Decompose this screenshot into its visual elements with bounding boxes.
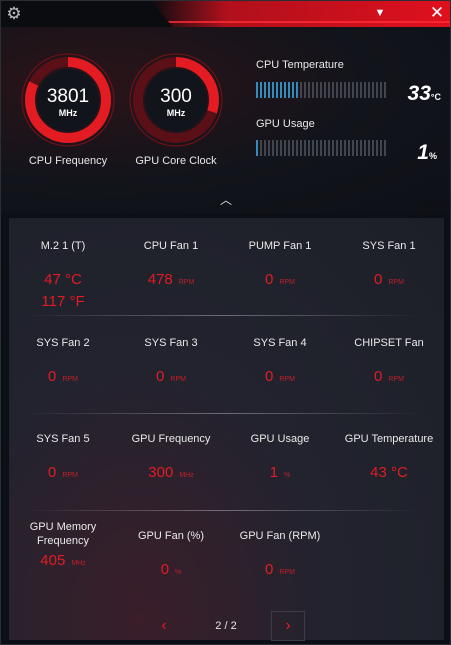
- sensor-label: GPU Fan (RPM): [239, 530, 321, 542]
- gauge-value: 300: [160, 86, 192, 107]
- cpu-temperature-bar: [256, 82, 388, 98]
- sensor-cell: PUMP Fan 1 0 RPM: [226, 239, 334, 294]
- sensor-cell: GPU Temperature 43 °C: [335, 432, 443, 484]
- sensor-cell: SYS Fan 4 0 RPM: [226, 336, 334, 391]
- sensor-value: 0 RPM: [265, 271, 295, 288]
- sensor-value: 0 RPM: [156, 368, 186, 385]
- gpu-usage-value: 1%: [417, 141, 437, 164]
- title-bar: ⚙ ▼ ✕: [1, 1, 450, 27]
- bar-fill: [256, 140, 258, 156]
- sensor-label: SYS Fan 5: [36, 433, 90, 445]
- sensor-unit: RPM: [62, 376, 78, 383]
- sensor-value: 117 °F: [41, 293, 85, 310]
- sensor-label: GPU Usage: [250, 433, 310, 445]
- bar-fill: [256, 82, 300, 98]
- cpu-temperature-label: CPU Temperature: [256, 59, 344, 71]
- sensor-label: PUMP Fan 1: [248, 240, 312, 252]
- sensor-value: 0 RPM: [374, 368, 404, 385]
- sensor-unit: MHz: [179, 472, 194, 479]
- sensor-cell: GPU Usage 1%: [226, 432, 334, 487]
- sensor-label: M.2 1 (T): [40, 240, 86, 252]
- cpu-frequency-gauge: 3801 MHz: [20, 52, 116, 148]
- gauge-unit: MHz: [58, 108, 78, 118]
- gauge-value: 3801: [46, 86, 90, 107]
- triangle-down-icon[interactable]: ▼: [372, 6, 388, 20]
- sensor-unit: RPM: [279, 279, 295, 286]
- sensor-unit: %: [175, 569, 182, 576]
- sensor-cell: GPU Fan (%) 0%: [117, 529, 225, 584]
- gpu-core-clock-gauge: 300 MHz: [128, 52, 224, 148]
- sensor-value: 0 RPM: [48, 464, 78, 481]
- sensor-unit: RPM: [388, 279, 404, 286]
- sensor-label: GPU Temperature: [344, 433, 434, 445]
- sensor-cell: CPU Fan 1 478 RPM: [117, 239, 225, 294]
- chevron-right-icon[interactable]: ›: [271, 611, 305, 641]
- cpu-temperature-value: 33°C: [407, 82, 441, 105]
- sensor-label: GPU Frequency: [131, 433, 211, 445]
- sensor-cell: CHIPSET Fan 0 RPM: [335, 336, 443, 391]
- gpu-usage-bar: [256, 140, 388, 156]
- sensor-label: SYS Fan 2: [36, 337, 90, 349]
- monitor-window: ⚙ ▼ ✕ 3801 MHz CPU Frequency 300 MHz GPU…: [0, 0, 451, 645]
- sensor-value: 1%: [269, 464, 291, 481]
- row-divider: [23, 413, 423, 414]
- sensor-cell: SYS Fan 3 0 RPM: [117, 336, 225, 391]
- sensor-unit: RPM: [178, 279, 195, 286]
- sensor-unit: RPM: [279, 376, 295, 383]
- sensor-label: CPU Fan 1: [143, 240, 199, 252]
- sensor-unit: RPM: [388, 376, 404, 383]
- sensor-unit: RPM: [279, 569, 295, 576]
- sensor-value: 0 RPM: [265, 368, 295, 385]
- sensor-value: 405 MHz: [40, 552, 86, 569]
- sensor-value: 478 RPM: [147, 271, 195, 288]
- gauge-unit: MHz: [166, 108, 186, 118]
- sensor-cell: SYS Fan 2 0 RPM: [9, 336, 117, 391]
- sensor-value: 0%: [160, 561, 182, 578]
- sensor-label: CHIPSET Fan: [354, 337, 424, 349]
- chevron-left-icon[interactable]: ‹: [153, 614, 175, 638]
- title-accent-bar: [151, 1, 450, 27]
- sensor-cell: M.2 1 (T) 47 °C 117 °F: [9, 239, 117, 313]
- gear-icon[interactable]: ⚙: [5, 5, 23, 23]
- page-indicator: 2 / 2: [215, 620, 237, 632]
- sensor-label: SYS Fan 3: [144, 337, 198, 349]
- sensor-label: SYS Fan 4: [253, 337, 307, 349]
- sensor-label: GPU Fan (%): [137, 530, 204, 542]
- sensor-cell: GPU Memory Frequency 405 MHz: [9, 520, 117, 575]
- close-icon[interactable]: ✕: [428, 4, 446, 22]
- gpu-usage-label: GPU Usage: [256, 118, 315, 130]
- sensor-cell: SYS Fan 1 0 RPM: [335, 239, 443, 294]
- sensor-label: GPU Memory Frequency: [29, 521, 97, 547]
- sensor-value: 0 RPM: [48, 368, 78, 385]
- sensor-unit: MHz: [71, 560, 86, 567]
- row-divider: [23, 510, 423, 511]
- sensor-label: SYS Fan 1: [362, 240, 416, 252]
- sensor-unit: %: [284, 472, 291, 479]
- sensor-cell: SYS Fan 5 0 RPM: [9, 432, 117, 487]
- sensor-cell: GPU Fan (RPM) 0 RPM: [226, 529, 334, 584]
- sensor-value: 43 °C: [370, 464, 408, 481]
- summary-panel: 3801 MHz CPU Frequency 300 MHz GPU Core …: [1, 27, 450, 213]
- sensor-value: 47 °C: [44, 271, 82, 288]
- sensor-value: 0 RPM: [265, 561, 295, 578]
- gauge-label: GPU Core Clock: [135, 155, 217, 167]
- sensor-unit: RPM: [170, 376, 186, 383]
- sensor-value: 300 MHz: [148, 464, 194, 481]
- sensor-unit: RPM: [62, 472, 78, 479]
- row-divider: [23, 315, 423, 316]
- chevron-up-icon[interactable]: ︿: [216, 191, 236, 207]
- sensor-value: 0 RPM: [374, 271, 404, 288]
- sensor-cell: GPU Frequency 300 MHz: [117, 432, 225, 487]
